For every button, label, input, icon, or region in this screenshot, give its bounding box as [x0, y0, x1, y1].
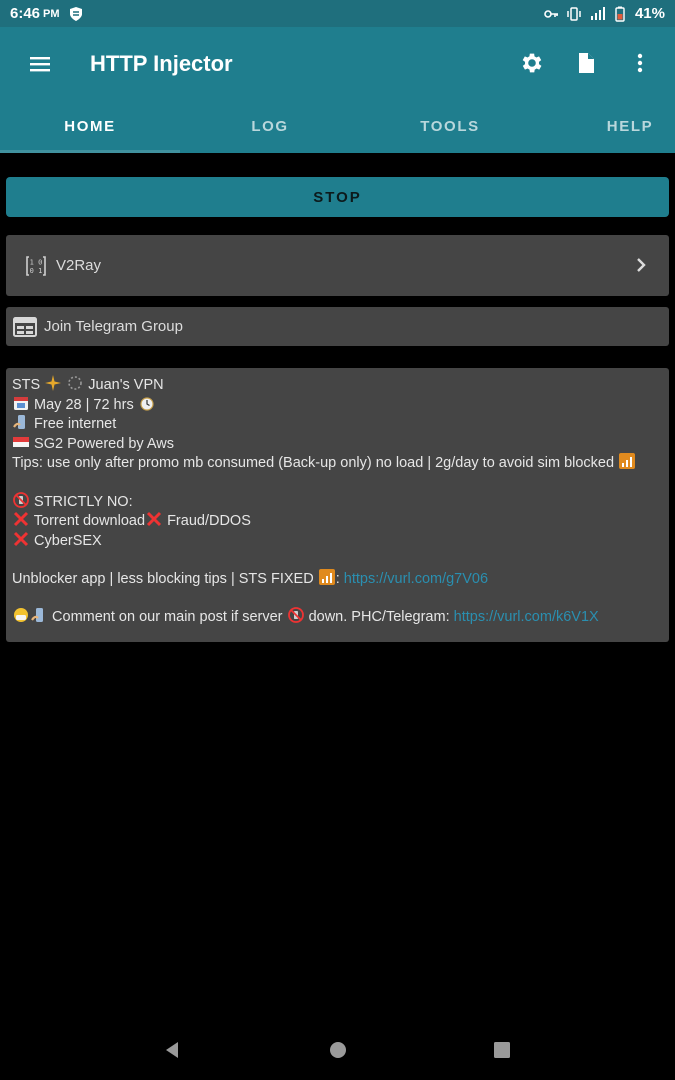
recents-square-icon — [494, 1042, 510, 1058]
singapore-flag-icon — [13, 436, 29, 447]
message-line: Torrent download Fraud/DDOS — [12, 511, 663, 531]
status-ampm: PM — [43, 7, 60, 20]
menu-button[interactable] — [20, 44, 60, 84]
cross-mark-emoji-icon — [13, 512, 29, 527]
web-page-icon — [13, 316, 37, 337]
hamburger-menu-icon — [30, 56, 50, 71]
v2ray-selector[interactable]: 1 0 0 1 V2Ray — [6, 235, 669, 296]
home-circle-icon — [330, 1042, 346, 1058]
svg-text:1 0: 1 0 — [30, 258, 43, 266]
alarm-clock-emoji-icon — [140, 396, 154, 411]
stop-button[interactable]: STOP — [6, 177, 669, 217]
battery-icon — [615, 6, 625, 22]
status-time: 6:46 — [10, 5, 41, 22]
settings-button[interactable] — [515, 43, 549, 83]
system-nav-bar — [0, 1020, 675, 1080]
message-line: STRICTLY NO: — [12, 491, 663, 512]
join-telegram-label: Join Telegram Group — [44, 318, 183, 335]
binary-code-icon: 1 0 0 1 — [24, 254, 48, 278]
more-vert-icon — [637, 53, 643, 73]
mask-face-emoji-icon — [14, 608, 28, 623]
join-telegram-button[interactable]: Join Telegram Group — [6, 307, 669, 346]
cross-mark-emoji-icon — [146, 512, 162, 527]
signal-icon — [590, 6, 605, 20]
v2ray-label: V2Ray — [56, 257, 102, 274]
app-bar: HTTP Injector — [0, 27, 675, 100]
file-icon — [579, 53, 594, 73]
message-line: Comment on our main post if server down.… — [12, 607, 663, 627]
notification-shield-icon — [69, 6, 82, 21]
gear-icon — [522, 53, 542, 73]
back-triangle-icon — [166, 1042, 178, 1058]
message-line: STS Juan's VPN — [12, 375, 164, 393]
unblocker-link[interactable]: https://vurl.com/g7V06 — [344, 571, 488, 587]
message-line: May 28 | 72 hrs — [12, 395, 663, 415]
phone-emoji-icon — [31, 608, 43, 623]
message-line: SG2 Powered by Aws — [12, 434, 663, 454]
battery-percent: 41% — [634, 5, 665, 22]
tab-help[interactable]: HELP — [540, 100, 675, 153]
back-button[interactable] — [160, 1038, 184, 1062]
home-button[interactable] — [326, 1038, 350, 1062]
telegram-link[interactable]: https://vurl.com/k6V1X — [454, 609, 599, 625]
file-button[interactable] — [569, 43, 603, 83]
message-line: CyberSEX — [12, 531, 663, 551]
phone-emoji-icon — [13, 415, 25, 430]
server-message-card: STS Juan's VPN May 28 | 72 hrs Free inte… — [6, 368, 669, 642]
message-line: Free internet — [12, 414, 663, 434]
vibrate-icon — [567, 6, 581, 21]
status-bar: 6:46 PM 41% — [0, 0, 675, 27]
svg-text:0 1: 0 1 — [30, 267, 43, 275]
antenna-bars-emoji-icon — [619, 453, 636, 470]
recents-button[interactable] — [490, 1038, 514, 1062]
overflow-menu-button[interactable] — [623, 43, 657, 83]
tab-bar: HOME LOG TOOLS HELP — [0, 100, 675, 153]
app-title: HTTP Injector — [90, 50, 233, 76]
antenna-bars-emoji-icon — [318, 568, 335, 585]
vpn-key-icon — [544, 9, 558, 18]
tab-tools[interactable]: TOOLS — [360, 100, 540, 153]
tab-indicator — [0, 150, 180, 153]
cross-mark-emoji-icon — [13, 531, 29, 546]
message-line: Unblocker app | less blocking tips | STS… — [12, 568, 489, 587]
no-phones-emoji-icon — [287, 607, 304, 624]
message-line: Tips: use only after promo mb consumed (… — [12, 453, 663, 473]
sparkle-emoji-icon — [45, 375, 62, 391]
tab-home[interactable]: HOME — [0, 100, 180, 153]
no-phones-emoji-icon — [13, 491, 29, 508]
calendar-emoji-icon — [14, 396, 28, 410]
chevron-right-icon — [637, 258, 646, 272]
tab-log[interactable]: LOG — [180, 100, 360, 153]
firework-emoji-icon — [68, 376, 83, 390]
